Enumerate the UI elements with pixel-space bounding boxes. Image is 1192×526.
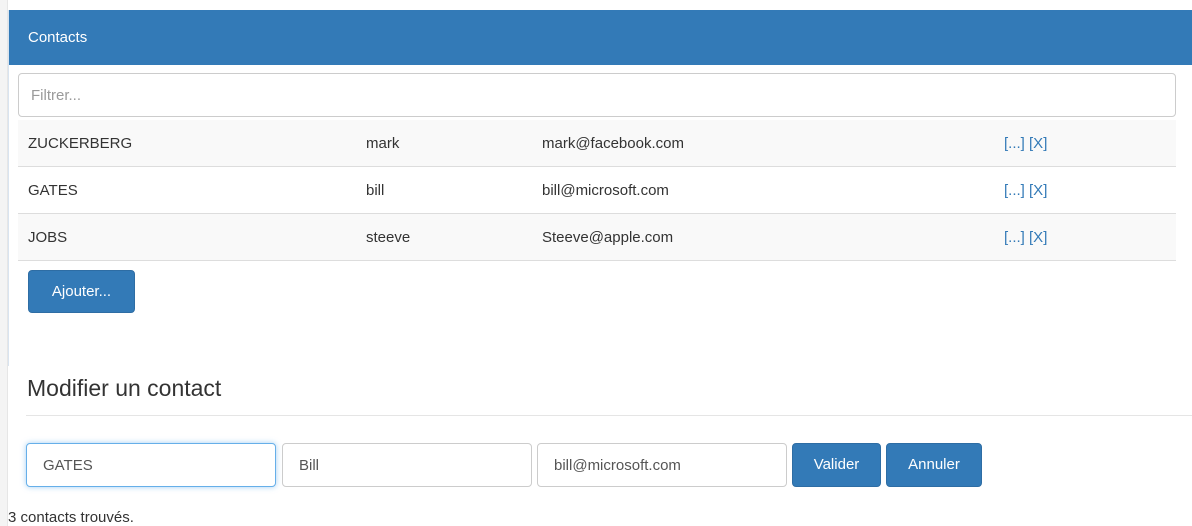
delete-contact-link[interactable]: [X] — [1029, 135, 1047, 152]
table-row: ZUCKERBERG mark mark@facebook.com [...] … — [18, 120, 1176, 167]
email-field[interactable] — [537, 443, 787, 487]
page: Contacts ZUCKERBERG mark mark@facebook.c… — [0, 0, 1192, 526]
cancel-button[interactable]: Annuler — [886, 443, 982, 487]
validate-button[interactable]: Valider — [792, 443, 881, 487]
edit-contact-link[interactable]: [...] — [1004, 229, 1025, 246]
contact-email: mark@facebook.com — [532, 120, 994, 167]
first-name-field[interactable] — [282, 443, 532, 487]
table-row: JOBS steeve Steeve@apple.com [...] [X] — [18, 213, 1176, 261]
add-contact-button[interactable]: Ajouter... — [28, 270, 135, 313]
contact-email: bill@microsoft.com — [532, 166, 994, 214]
row-actions: [...] [X] — [994, 166, 1176, 214]
filter-input[interactable] — [18, 73, 1176, 117]
left-edge-divider — [0, 0, 8, 526]
table-row: GATES bill bill@microsoft.com [...] [X] — [18, 166, 1176, 214]
contacts-table: ZUCKERBERG mark mark@facebook.com [...] … — [18, 120, 1176, 261]
edit-contact-link[interactable]: [...] — [1004, 135, 1025, 152]
row-actions: [...] [X] — [994, 213, 1176, 261]
status-text: 3 contacts trouvés. — [8, 509, 134, 526]
edit-form-title: Modifier un contact — [27, 375, 222, 401]
panel-title: Contacts — [9, 10, 1192, 65]
row-actions: [...] [X] — [994, 120, 1176, 167]
contact-first-name: steeve — [356, 213, 532, 261]
delete-contact-link[interactable]: [X] — [1029, 182, 1047, 199]
contact-first-name: bill — [356, 166, 532, 214]
contact-last-name: ZUCKERBERG — [18, 120, 356, 167]
contact-last-name: JOBS — [18, 213, 356, 261]
contact-last-name: GATES — [18, 166, 356, 214]
last-name-field[interactable] — [26, 443, 276, 487]
edit-contact-link[interactable]: [...] — [1004, 182, 1025, 199]
edit-form-divider — [26, 415, 1192, 416]
delete-contact-link[interactable]: [X] — [1029, 229, 1047, 246]
contact-first-name: mark — [356, 120, 532, 167]
contact-email: Steeve@apple.com — [532, 213, 994, 261]
